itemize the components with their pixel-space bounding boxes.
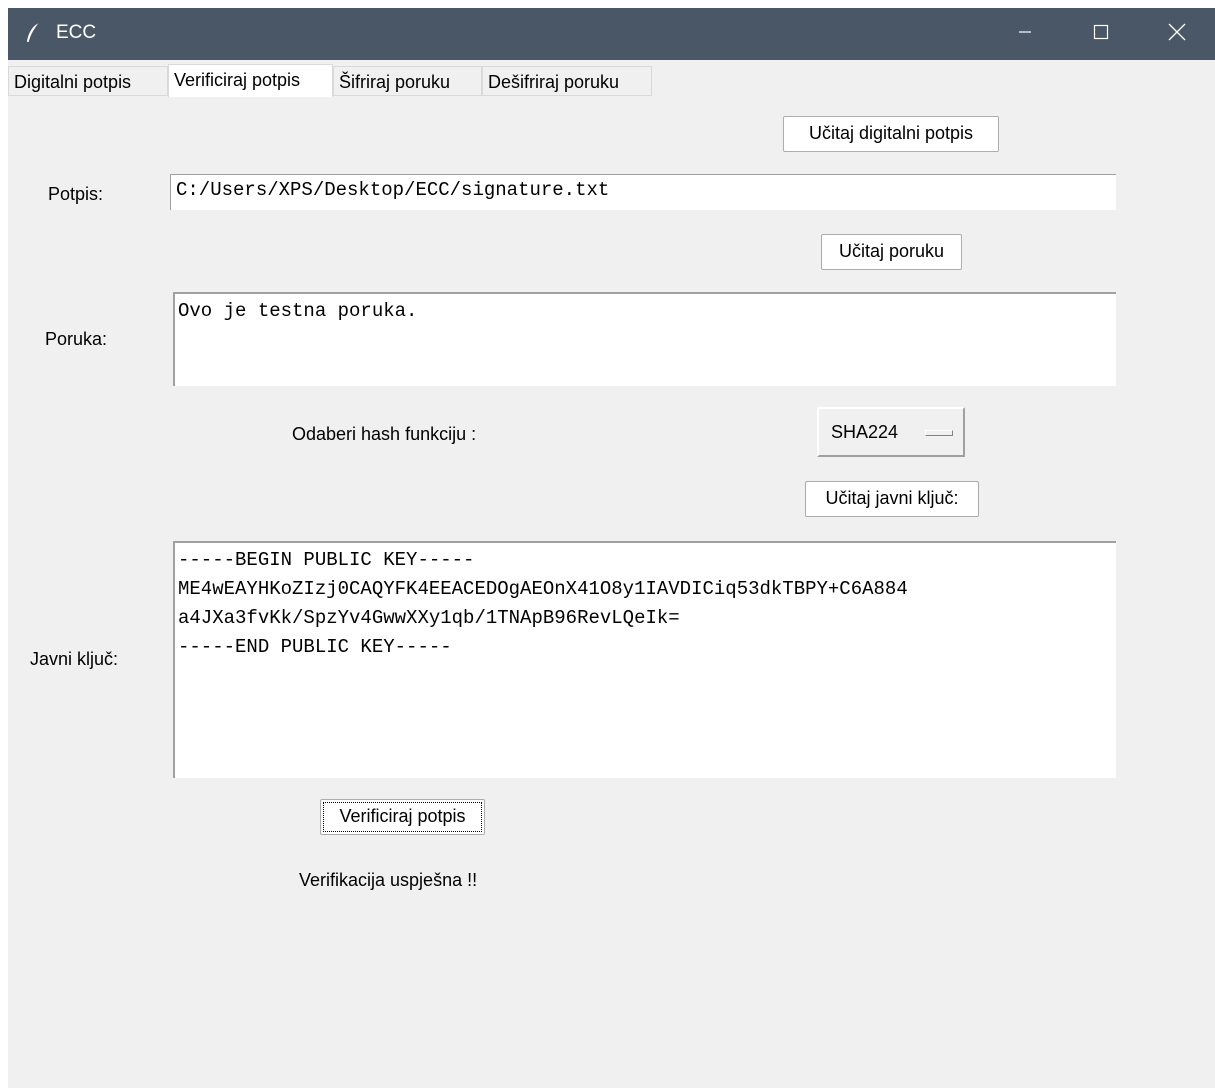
- title-bar[interactable]: ECC: [8, 8, 1215, 60]
- app-window: ECC Digitalni potpis Verificiraj potpis …: [8, 8, 1215, 1088]
- verify-signature-button[interactable]: Verificiraj potpis: [320, 799, 485, 835]
- hash-function-label: Odaberi hash funkciju :: [292, 424, 477, 444]
- tab-desifriraj-poruku[interactable]: Dešifriraj poruku: [482, 66, 652, 96]
- load-signature-button[interactable]: Učitaj digitalni potpis: [783, 116, 999, 152]
- signature-label: Potpis:: [48, 184, 104, 204]
- public-key-textarea[interactable]: -----BEGIN PUBLIC KEY----- ME4wEAYHKoZIz…: [173, 541, 1116, 778]
- option-menu-indicator-icon: [925, 430, 953, 436]
- load-public-key-button[interactable]: Učitaj javni ključ:: [805, 481, 979, 517]
- verification-result: Verifikacija uspješna !!: [299, 870, 478, 890]
- close-button[interactable]: [1139, 8, 1215, 60]
- maximize-icon: [1093, 24, 1109, 45]
- load-message-button[interactable]: Učitaj poruku: [821, 234, 962, 270]
- close-icon: [1168, 23, 1186, 46]
- signature-field[interactable]: C:/Users/XPS/Desktop/ECC/signature.txt: [170, 174, 1116, 210]
- message-textarea[interactable]: Ovo je testna poruka.: [173, 292, 1116, 386]
- hash-function-value: SHA224: [831, 422, 899, 442]
- tab-verificiraj-potpis[interactable]: Verificiraj potpis: [168, 64, 333, 97]
- tab-sifriraj-poruku[interactable]: Šifriraj poruku: [333, 66, 482, 96]
- hash-function-select[interactable]: SHA224: [817, 407, 965, 457]
- maximize-button[interactable]: [1063, 8, 1139, 60]
- message-label: Poruka:: [45, 329, 108, 349]
- window-title: ECC: [56, 22, 97, 43]
- feather-icon: [24, 22, 44, 44]
- minimize-button[interactable]: [987, 8, 1063, 60]
- tab-digitalni-potpis[interactable]: Digitalni potpis: [8, 66, 168, 96]
- minimize-icon: [1018, 25, 1032, 44]
- public-key-label: Javni ključ:: [30, 649, 119, 669]
